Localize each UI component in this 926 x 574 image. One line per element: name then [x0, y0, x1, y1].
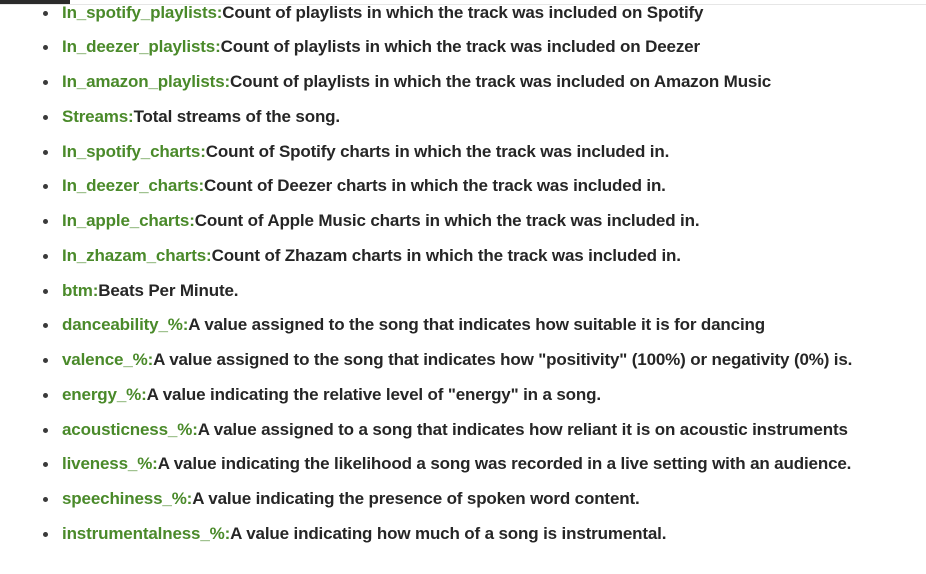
bullet-icon	[43, 532, 48, 537]
field-description: A value assigned to the song that indica…	[188, 315, 765, 334]
field-name: speechiness_%:	[62, 489, 193, 508]
bullet-icon	[43, 11, 48, 16]
field-name: liveness_%:	[62, 454, 158, 473]
list-item-text: energy_%:A value indicating the relative…	[62, 383, 601, 407]
field-description: Count of playlists in which the track wa…	[230, 72, 772, 91]
list-item-text: Streams:Total streams of the song.	[62, 105, 340, 129]
field-name: acousticness_%:	[62, 420, 198, 439]
field-name: danceability_%:	[62, 315, 189, 334]
list-item-text: In_spotify_playlists:Count of playlists …	[62, 1, 704, 25]
bullet-icon	[43, 428, 48, 433]
field-description: Count of Spotify charts in which the tra…	[205, 142, 670, 161]
bullet-icon	[43, 497, 48, 502]
bullet-icon	[43, 254, 48, 259]
field-description: Beats Per Minute.	[98, 281, 239, 300]
list-item-text: In_spotify_charts:Count of Spotify chart…	[62, 140, 669, 164]
bullet-icon	[43, 184, 48, 189]
field-name: Streams:	[62, 107, 134, 126]
list-item-text: In_deezer_charts:Count of Deezer charts …	[62, 174, 666, 198]
field-description: A value assigned to a song that indicate…	[197, 420, 848, 439]
field-description: Count of Deezer charts in which the trac…	[204, 176, 666, 195]
field-name: In_zhazam_charts:	[62, 246, 212, 265]
list-item-text: acousticness_%:A value assigned to a son…	[62, 418, 848, 442]
list-item-text: instrumentalness_%:A value indicating ho…	[62, 522, 666, 546]
bullet-icon	[43, 462, 48, 467]
list-item-text: btm:Beats Per Minute.	[62, 279, 238, 303]
field-name: In_amazon_playlists:	[62, 72, 231, 91]
list-item-text: In_zhazam_charts:Count of Zhazam charts …	[62, 244, 681, 268]
field-description: Count of playlists in which the track wa…	[220, 37, 701, 56]
bullet-icon	[43, 323, 48, 328]
field-name: energy_%:	[62, 385, 147, 404]
bullet-icon	[43, 289, 48, 294]
list-item-text: In_amazon_playlists:Count of playlists i…	[62, 70, 771, 94]
field-name: In_apple_charts:	[62, 211, 195, 230]
field-description: A value indicating how much of a song is…	[230, 524, 667, 543]
list-item-text: valence_%:A value assigned to the song t…	[62, 348, 852, 372]
list-item-text: speechiness_%:A value indicating the pre…	[62, 487, 640, 511]
field-description: Count of Apple Music charts in which the…	[194, 211, 700, 230]
field-name: In_deezer_charts:	[62, 176, 205, 195]
list-item-text: liveness_%:A value indicating the likeli…	[62, 452, 851, 476]
bullet-icon	[43, 393, 48, 398]
field-description: Count of playlists in which the track wa…	[222, 3, 704, 22]
bullet-icon	[43, 45, 48, 50]
list-item-text: In_apple_charts:Count of Apple Music cha…	[62, 209, 700, 233]
bullet-icon	[43, 80, 48, 85]
list-item-text: In_deezer_playlists:Count of playlists i…	[62, 35, 700, 59]
field-name: instrumentalness_%:	[62, 524, 231, 543]
field-description: A value indicating the presence of spoke…	[192, 489, 640, 508]
list-item-text: danceability_%:A value assigned to the s…	[62, 313, 765, 337]
field-description: A value indicating the likelihood a song…	[157, 454, 852, 473]
bullet-icon	[43, 219, 48, 224]
bullet-icon	[43, 150, 48, 155]
field-description: A value assigned to the song that indica…	[153, 350, 853, 369]
bullet-icon	[43, 115, 48, 120]
field-description: A value indicating the relative level of…	[146, 385, 601, 404]
field-name: valence_%:	[62, 350, 154, 369]
field-description: Total streams of the song.	[133, 107, 341, 126]
field-name: In_spotify_playlists:	[62, 3, 223, 22]
field-name: btm:	[62, 281, 99, 300]
field-name: In_deezer_playlists:	[62, 37, 221, 56]
top-tab-indicator	[0, 0, 70, 4]
bullet-icon	[43, 358, 48, 363]
field-description: Count of Zhazam charts in which the trac…	[211, 246, 681, 265]
field-name: In_spotify_charts:	[62, 142, 206, 161]
